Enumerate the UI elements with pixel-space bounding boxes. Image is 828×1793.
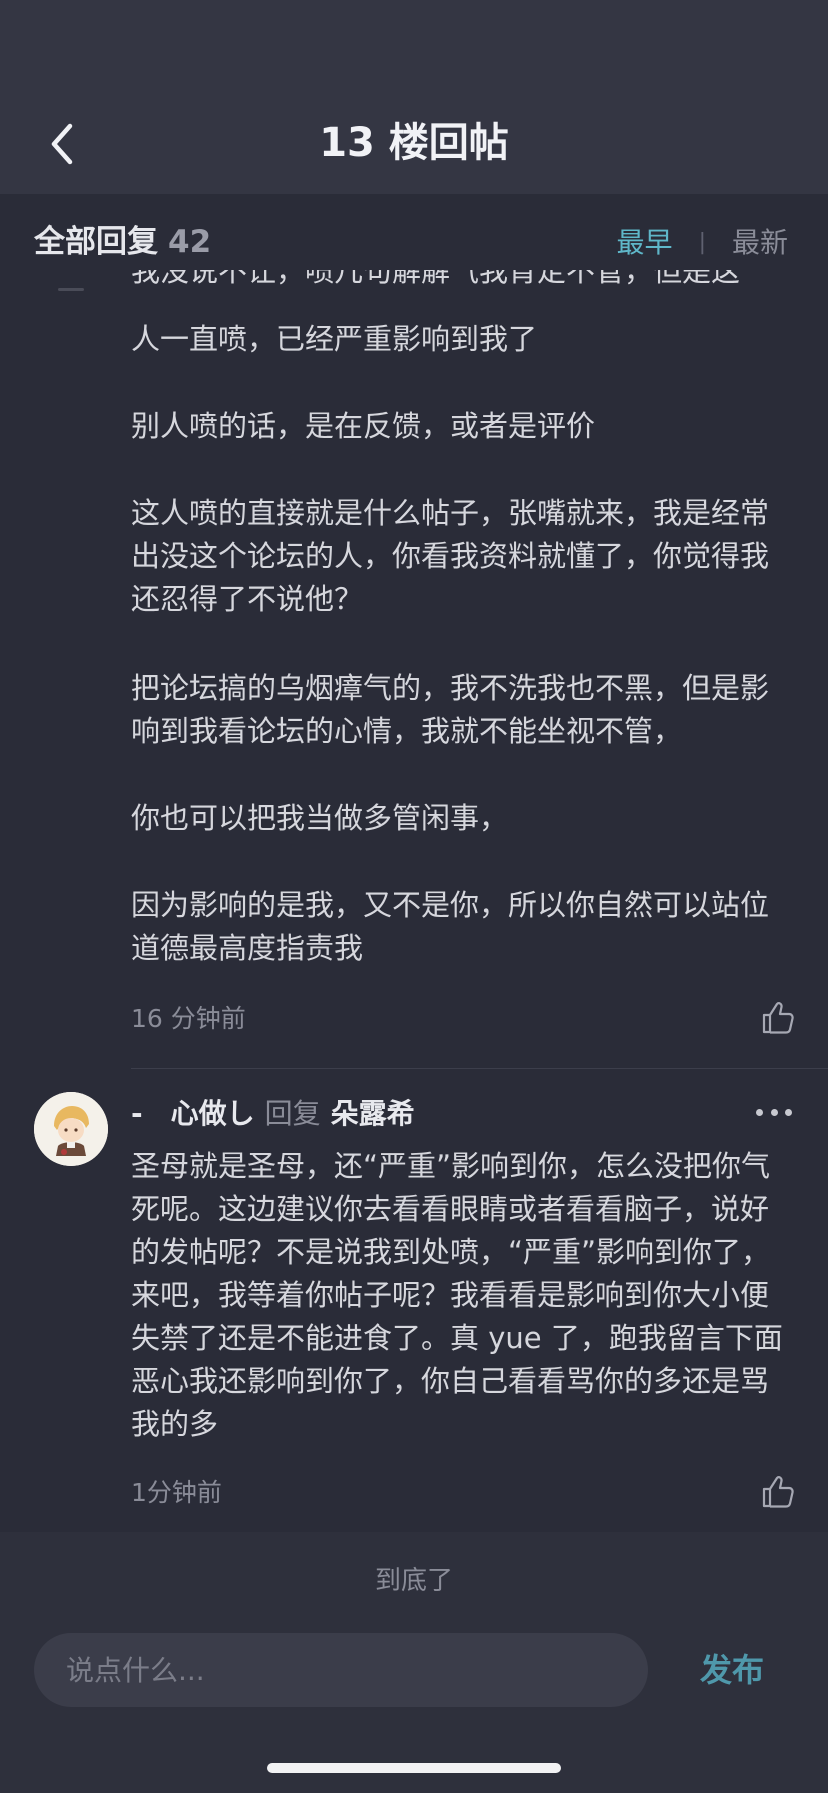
sort-earliest-tab[interactable]: 最早 (617, 224, 673, 262)
avatar[interactable] (34, 1092, 108, 1166)
comment-input[interactable] (34, 1633, 648, 1707)
post-paragraph: 把论坛搞的乌烟瘴气的，我不洗我也不黑，但是影响到我看论坛的心情，我就不能坐视不管… (131, 671, 770, 748)
avatar-edge (58, 288, 84, 291)
end-of-list-text: 到底了 (374, 1566, 453, 1596)
reply-header: - 心做し 回复 朵露希 (131, 1094, 415, 1134)
all-replies-text: 全部回复 (34, 224, 158, 260)
all-replies-label: 全部回复 42 (34, 222, 211, 262)
more-dot-icon (770, 1108, 778, 1116)
thumbs-up-icon (762, 1002, 794, 1034)
post-paragraph: 这人喷的直接就是什么帖子，张嘴就来，我是经常出没这个论坛的人，你看我资料就懂了，… (131, 496, 770, 616)
reply-count: 42 (168, 224, 212, 260)
reply-author-name[interactable]: - 心做し (131, 1094, 255, 1134)
thumbs-up-icon (762, 1476, 794, 1508)
page-title: 13 楼回帖 (319, 120, 509, 166)
publish-button[interactable]: 发布 (700, 1649, 764, 1691)
like-button[interactable] (760, 1000, 796, 1036)
post-partial-line: 我没说不让，喷几句解解气我肯定不管，但是这 (131, 270, 791, 294)
comment-divider (131, 1068, 828, 1069)
anime-avatar-icon (34, 1092, 108, 1166)
more-button[interactable] (756, 1100, 792, 1124)
reply-target-name[interactable]: 朵露希 (331, 1094, 415, 1134)
post-paragraph: 别人喷的话，是在反馈，或者是评价 (131, 409, 596, 443)
post-paragraph: 你也可以把我当做多管闲事， (131, 801, 509, 835)
post-paragraph: 因为影响的是我，又不是你，所以你自然可以站位道德最高度指责我 (131, 888, 770, 965)
sort-separator: | (698, 230, 706, 255)
like-button[interactable] (760, 1474, 796, 1510)
post-partial-line-text: 我没说不让，喷几句解解气我肯定不管，但是这 (131, 270, 741, 288)
home-indicator (267, 1763, 561, 1773)
comment-input-wrapper (34, 1633, 648, 1707)
reply-word: 回复 (264, 1097, 321, 1130)
post-timestamp: 16 分钟前 (131, 1004, 246, 1033)
sort-latest-tab[interactable]: 最新 (732, 224, 788, 262)
reply-timestamp: 1分钟前 (131, 1478, 222, 1507)
reply-text: 圣母就是圣母，还“严重”影响到你，怎么没把你气死呢。这边建议你去看看眼睛或者看看… (131, 1149, 783, 1441)
more-dot-icon (756, 1108, 763, 1116)
post-paragraph: 人一直喷，已经严重影响到我了 (131, 322, 538, 356)
sort-toggle: 最早 | 最新 (617, 224, 788, 262)
more-dot-icon (785, 1108, 792, 1116)
